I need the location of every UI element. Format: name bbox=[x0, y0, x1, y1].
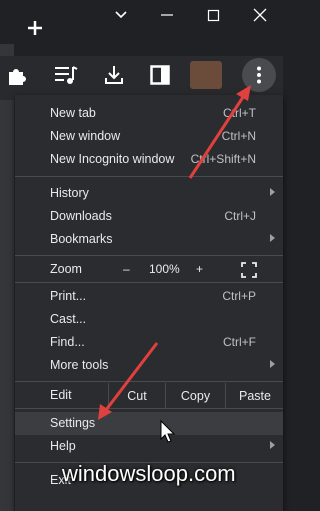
fullscreen-icon bbox=[241, 262, 257, 278]
menu-label: Find... bbox=[50, 335, 85, 349]
menu-shortcut: Ctrl+Shift+N bbox=[190, 152, 256, 166]
active-tab-edge bbox=[0, 44, 14, 56]
menu-item-zoom: Zoom – 100% + bbox=[15, 258, 283, 282]
menu-label: Edit bbox=[50, 388, 72, 402]
minimize-button[interactable] bbox=[144, 0, 190, 30]
downloads-button[interactable] bbox=[99, 60, 129, 90]
menu-item-edit: Edit Cut Copy Paste bbox=[15, 383, 283, 408]
submenu-arrow-icon bbox=[270, 234, 275, 242]
menu-shortcut: Ctrl+J bbox=[224, 209, 256, 223]
menu-label: More tools bbox=[50, 358, 109, 372]
zoom-in-button[interactable]: + bbox=[196, 262, 203, 276]
menu-shortcut: Ctrl+P bbox=[222, 289, 256, 303]
zoom-out-button[interactable]: – bbox=[123, 262, 130, 276]
plus-icon bbox=[28, 21, 42, 35]
menu-shortcut: Ctrl+F bbox=[223, 335, 256, 349]
close-icon bbox=[253, 8, 267, 22]
menu-item-settings[interactable]: Settings bbox=[15, 412, 283, 435]
menu-label: Bookmarks bbox=[50, 232, 113, 246]
watermark-text: windowsloop.com bbox=[62, 461, 236, 486]
close-window-button[interactable] bbox=[237, 0, 283, 30]
menu-shortcut: Ctrl+N bbox=[221, 129, 256, 143]
menu-label: Help bbox=[50, 439, 76, 453]
submenu-arrow-icon bbox=[270, 360, 275, 368]
side-panel-icon bbox=[150, 65, 170, 85]
menu-item-new-incognito[interactable]: New Incognito window Ctrl+Shift+N bbox=[15, 148, 283, 171]
extensions-button[interactable] bbox=[2, 60, 32, 90]
fullscreen-button[interactable] bbox=[241, 262, 257, 282]
cut-button[interactable]: Cut bbox=[108, 383, 165, 408]
menu-label: Cast... bbox=[50, 312, 87, 326]
chevron-down-icon bbox=[115, 11, 127, 19]
menu-divider bbox=[15, 282, 283, 283]
menu-label: New tab bbox=[50, 106, 96, 120]
submenu-arrow-icon bbox=[270, 188, 275, 196]
menu-label: History bbox=[50, 186, 89, 200]
menu-item-history[interactable]: History bbox=[15, 182, 283, 205]
menu-item-bookmarks[interactable]: Bookmarks bbox=[15, 228, 283, 251]
media-controls-button[interactable] bbox=[51, 60, 81, 90]
copy-button[interactable]: Copy bbox=[165, 383, 225, 408]
menu-item-new-tab[interactable]: New tab Ctrl+T bbox=[15, 102, 283, 125]
menu-item-new-window[interactable]: New window Ctrl+N bbox=[15, 125, 283, 148]
side-panel-button[interactable] bbox=[145, 60, 175, 90]
menu-label: Zoom bbox=[50, 262, 82, 276]
menu-item-cast[interactable]: Cast... bbox=[15, 308, 283, 331]
tab-search-button[interactable] bbox=[98, 0, 144, 30]
chrome-menu-button[interactable] bbox=[242, 58, 276, 92]
menu-item-downloads[interactable]: Downloads Ctrl+J bbox=[15, 205, 283, 228]
chrome-main-menu: New tab Ctrl+T New window Ctrl+N New Inc… bbox=[15, 95, 283, 511]
kebab-menu-icon bbox=[257, 66, 261, 84]
media-queue-icon bbox=[55, 66, 78, 84]
maximize-icon bbox=[207, 9, 219, 21]
menu-label: Settings bbox=[50, 416, 96, 430]
zoom-level: 100% bbox=[149, 262, 180, 276]
menu-item-more-tools[interactable]: More tools bbox=[15, 354, 283, 377]
menu-divider bbox=[15, 255, 283, 256]
page-content-strip bbox=[0, 100, 14, 511]
menu-divider bbox=[15, 408, 283, 409]
menu-label: Print... bbox=[50, 289, 87, 303]
menu-divider bbox=[15, 381, 283, 382]
menu-item-help[interactable]: Help bbox=[15, 435, 283, 458]
menu-item-print[interactable]: Print... Ctrl+P bbox=[15, 285, 283, 308]
menu-label: New window bbox=[50, 129, 121, 143]
paste-button[interactable]: Paste bbox=[225, 383, 284, 408]
submenu-arrow-icon bbox=[270, 441, 275, 449]
menu-item-find[interactable]: Find... Ctrl+F bbox=[15, 331, 283, 354]
menu-label: Downloads bbox=[50, 209, 112, 223]
menu-shortcut: Ctrl+T bbox=[223, 106, 256, 120]
profile-avatar[interactable] bbox=[190, 61, 222, 89]
maximize-button[interactable] bbox=[190, 0, 236, 30]
new-tab-plus-button[interactable] bbox=[24, 17, 46, 39]
download-icon bbox=[105, 66, 123, 84]
minimize-icon bbox=[161, 14, 173, 16]
puzzle-icon bbox=[9, 69, 26, 85]
title-bar bbox=[0, 0, 283, 56]
menu-label: New Incognito window bbox=[50, 152, 175, 166]
menu-divider bbox=[15, 176, 283, 177]
